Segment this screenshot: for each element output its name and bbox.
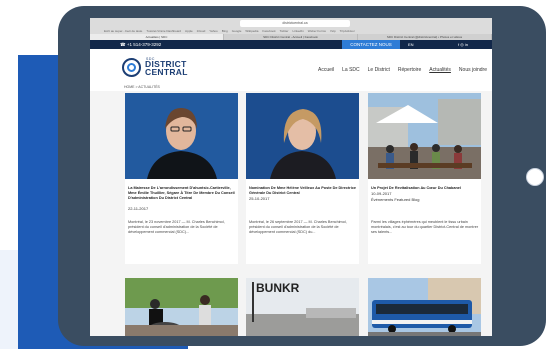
tablet-screen: districtcentral.ca Ecrit au super...Ceci… xyxy=(90,18,492,336)
news-image-bunkr: BUNKR xyxy=(246,278,359,336)
logo-line-2: CENTRAL xyxy=(145,67,188,77)
phone-link[interactable]: ☎ +1 514-379-3292 xyxy=(120,40,161,49)
news-title[interactable]: Nomination De Mme Hélène Veilleux Au Pos… xyxy=(249,186,357,196)
news-image-band xyxy=(125,278,238,336)
logo-inner-ring xyxy=(127,63,136,72)
news-date: 22-11-2017 xyxy=(128,206,149,211)
news-image-street-event xyxy=(368,93,481,179)
news-image-portrait-2 xyxy=(246,93,359,179)
browser-chrome: districtcentral.ca Ecrit au super...Ceci… xyxy=(90,18,492,40)
site-topbar: ☎ +1 514-379-3292 CONTACTEZ NOUS EN f ◎ … xyxy=(90,40,492,49)
language-switch[interactable]: EN xyxy=(408,40,414,49)
news-card[interactable]: BUNKR xyxy=(246,278,359,336)
news-card[interactable] xyxy=(368,278,481,336)
bunkr-sign: BUNKR xyxy=(256,281,300,295)
news-date: 25-10-2017 xyxy=(249,196,270,201)
news-image-bus xyxy=(368,278,481,336)
breadcrumb: HOME > ACTUALITÉS xyxy=(124,85,160,89)
news-grid: La Mairesse De L'arrondissement D'ahunts… xyxy=(90,91,492,336)
news-date: 10-09-2017 xyxy=(371,191,392,196)
news-excerpt: Montréal, le 23 novembre 2017 — M. Charl… xyxy=(128,220,225,234)
tablet-home-button[interactable] xyxy=(526,168,544,186)
address-bar[interactable]: districtcentral.ca xyxy=(240,20,350,27)
nav-accueil[interactable]: Accueil xyxy=(318,67,334,73)
nav-repertoire[interactable]: Répertoire xyxy=(398,67,421,73)
social-icons[interactable]: f ◎ in xyxy=(458,40,468,49)
news-excerpt: Montréal, le 26 septembre 2017 — M. Char… xyxy=(249,220,347,234)
news-card[interactable]: Nomination De Mme Hélène Veilleux Au Pos… xyxy=(246,93,359,264)
news-card[interactable] xyxy=(125,278,238,336)
contact-button[interactable]: CONTACTEZ NOUS xyxy=(342,40,400,49)
news-card[interactable]: La Mairesse De L'arrondissement D'ahunts… xyxy=(125,93,238,264)
main-nav: Accueil La SDC Le District Répertoire Ac… xyxy=(318,67,487,73)
nav-nous-joindre[interactable]: Nous joindre xyxy=(459,67,487,73)
news-image-portrait-1 xyxy=(125,93,238,179)
nav-actualites[interactable]: Actualités xyxy=(429,67,451,73)
nav-la-sdc[interactable]: La SDC xyxy=(342,67,360,73)
nav-le-district[interactable]: Le District xyxy=(368,67,390,73)
news-excerpt: Parmi les villages éphémères qui meublen… xyxy=(371,220,479,234)
news-category[interactable]: Événements Featured Blog xyxy=(371,197,419,202)
logo-wordmark[interactable]: DISTRICT CENTRAL xyxy=(145,60,188,77)
stage: districtcentral.ca Ecrit au super...Ceci… xyxy=(0,0,546,349)
news-card[interactable]: Un Projet De Revitalisation Au Cœur Du C… xyxy=(368,93,481,264)
news-title[interactable]: La Mairesse De L'arrondissement D'ahunts… xyxy=(128,186,236,201)
